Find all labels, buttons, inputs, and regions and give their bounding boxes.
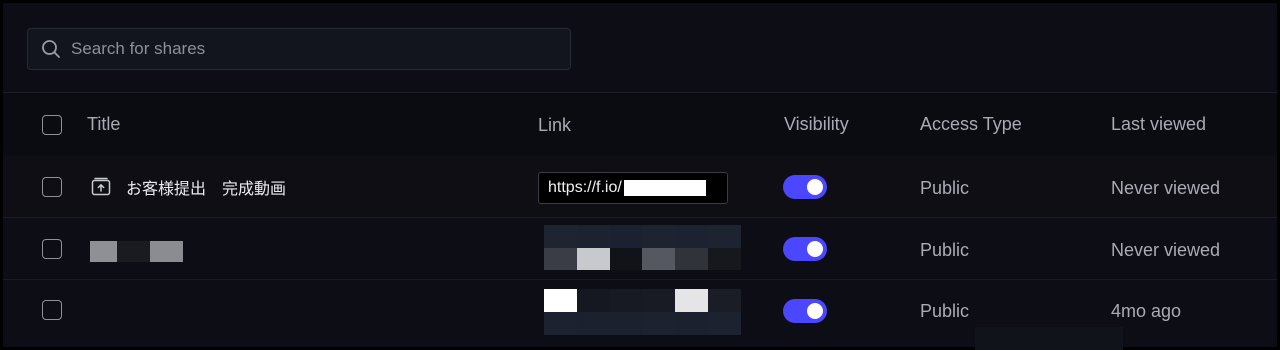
column-header-link[interactable]: Link bbox=[538, 115, 571, 136]
shares-table-view: Title Link Visibility Access Type Last v… bbox=[0, 0, 1280, 350]
search-input[interactable] bbox=[71, 39, 570, 59]
last-viewed: Never viewed bbox=[1111, 178, 1221, 198]
access-type: Public bbox=[920, 178, 970, 198]
share-title[interactable]: お客様提出 完成動画 bbox=[90, 175, 286, 199]
access-type: Public bbox=[920, 301, 970, 321]
column-header-last-viewed[interactable]: Last viewed bbox=[1111, 114, 1206, 135]
share-title-text: お客様提出 完成動画 bbox=[126, 181, 287, 198]
last-viewed: Never viewed bbox=[1111, 240, 1221, 260]
last-viewed: 4mo ago bbox=[1111, 301, 1182, 321]
column-header-access-type[interactable]: Access Type bbox=[920, 114, 1022, 135]
toggle-knob bbox=[807, 303, 823, 319]
search-bar[interactable] bbox=[27, 28, 571, 70]
redacted-title bbox=[90, 241, 183, 262]
table-row[interactable]: お客様提出 完成動画 https://f.io/ Public Never vi… bbox=[3, 156, 1277, 217]
row-checkbox[interactable] bbox=[42, 300, 62, 320]
search-icon bbox=[41, 39, 61, 59]
share-link-text: https://f.io/ bbox=[548, 179, 622, 196]
access-type: Public bbox=[920, 240, 970, 260]
table-header: Title Link Visibility Access Type Last v… bbox=[3, 93, 1277, 155]
row-checkbox[interactable] bbox=[42, 177, 62, 197]
share-link-field[interactable]: https://f.io/ bbox=[538, 172, 728, 204]
visibility-toggle[interactable] bbox=[783, 299, 827, 323]
redacted-link bbox=[623, 180, 706, 196]
redacted-link bbox=[544, 289, 741, 335]
column-header-title[interactable]: Title bbox=[87, 114, 120, 135]
visibility-toggle[interactable] bbox=[783, 175, 827, 199]
tooltip-hint bbox=[975, 327, 1123, 350]
select-all-checkbox[interactable] bbox=[42, 115, 62, 135]
share-link-icon bbox=[90, 176, 112, 198]
toggle-knob bbox=[807, 241, 823, 257]
table-row[interactable]: Public Never viewed bbox=[3, 218, 1277, 279]
row-checkbox[interactable] bbox=[42, 239, 62, 259]
redacted-link bbox=[544, 225, 741, 270]
toggle-knob bbox=[807, 179, 823, 195]
visibility-toggle[interactable] bbox=[783, 237, 827, 261]
column-header-visibility[interactable]: Visibility bbox=[784, 114, 849, 135]
